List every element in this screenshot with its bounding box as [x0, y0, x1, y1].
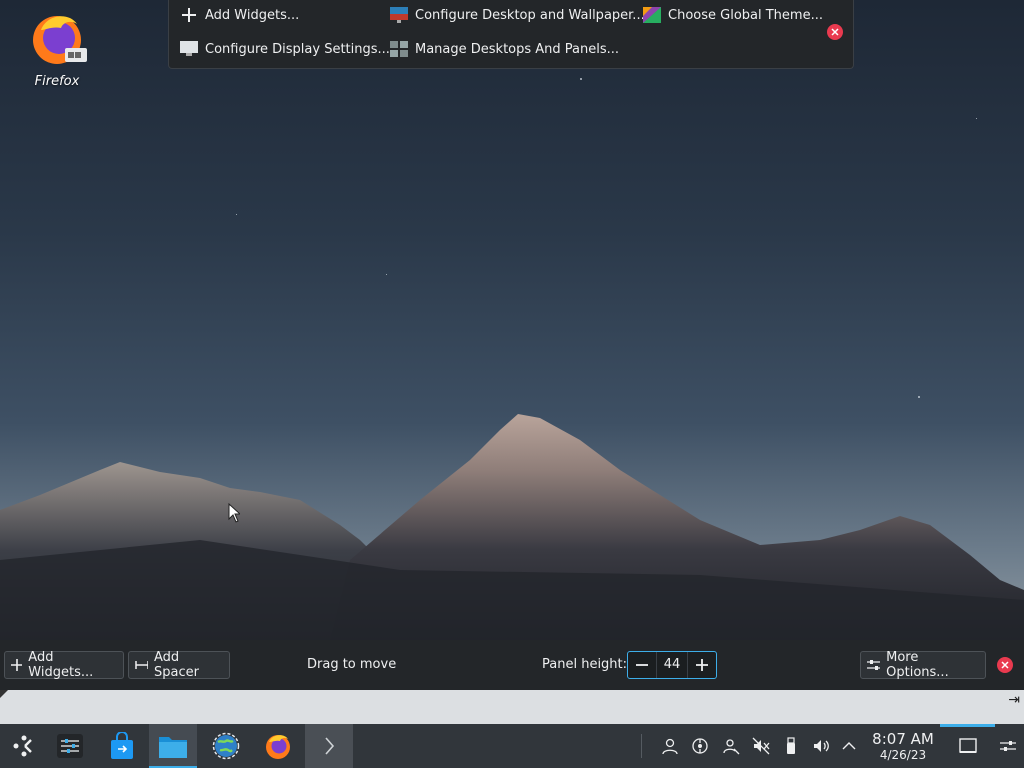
firefox-icon [266, 735, 290, 759]
star [976, 118, 977, 119]
ruler-left-handle[interactable] [0, 690, 8, 698]
close-panel-edit-icon[interactable] [997, 657, 1013, 673]
clock-time: 8:07 AM [872, 730, 934, 748]
star [918, 396, 920, 398]
star [580, 78, 582, 80]
panel-ruler[interactable]: ⇥ [0, 690, 1024, 724]
browser-globe-task[interactable] [202, 724, 250, 768]
show-desktop-button[interactable] [956, 724, 980, 768]
decrease-height-button[interactable] [628, 652, 656, 678]
more-options-label: More Options... [886, 650, 949, 680]
configure-display-button[interactable]: Configure Display Settings... [179, 37, 390, 61]
usb-device-icon [787, 737, 795, 754]
settings-sliders-icon [867, 660, 881, 670]
spacer-icon [135, 661, 148, 669]
user-icon [662, 738, 678, 755]
star [386, 274, 387, 275]
show-desktop-icon [959, 738, 977, 753]
choose-global-theme-label: Choose Global Theme... [668, 7, 823, 23]
close-icon[interactable] [827, 24, 843, 40]
show-hidden-icons-button[interactable] [837, 724, 861, 768]
panels-icon [389, 40, 409, 58]
kde-connect-tray-button[interactable] [688, 724, 712, 768]
plus-icon [11, 659, 23, 671]
konsole-task[interactable] [305, 724, 353, 768]
folder-icon [159, 737, 187, 758]
configure-desktop-label: Configure Desktop and Wallpaper... [415, 7, 645, 23]
choose-global-theme-button[interactable]: Choose Global Theme... [642, 3, 823, 27]
store-bag-icon [111, 732, 133, 759]
audio-muted-tray-button[interactable] [749, 724, 773, 768]
settings-sliders-icon [57, 734, 83, 758]
network-user-tray-button[interactable] [719, 724, 743, 768]
volume-tray-button[interactable] [809, 724, 833, 768]
desktop-wallpaper-icon [389, 6, 409, 24]
usb-device-tray-button[interactable] [779, 724, 803, 768]
panel-add-widgets-label: Add Widgets... [28, 650, 94, 680]
minus-icon [636, 664, 648, 666]
display-icon [179, 40, 199, 58]
wallpaper [0, 414, 1024, 640]
manage-desktops-panels-label: Manage Desktops And Panels... [415, 41, 620, 57]
kde-launcher-icon [13, 735, 32, 757]
clock-date: 4/26/23 [879, 748, 927, 762]
add-spacer-button[interactable]: Add Spacer [128, 650, 230, 680]
star [236, 214, 237, 215]
application-launcher-button[interactable] [0, 724, 48, 768]
drag-to-move-hint[interactable]: Drag to move [307, 657, 396, 672]
terminal-icon [305, 724, 353, 768]
desktop-icon-firefox[interactable]: Firefox [20, 8, 94, 89]
audio-muted-icon [752, 737, 770, 755]
volume-icon [814, 740, 829, 752]
panel-configure-button[interactable] [996, 724, 1020, 768]
add-widgets-label: Add Widgets... [205, 7, 300, 23]
firefox-icon [33, 16, 87, 64]
taskbar: 8:07 AM 4/26/23 [0, 724, 1024, 768]
discover-task[interactable] [98, 724, 146, 768]
manage-desktops-panels-button[interactable]: Manage Desktops And Panels... [389, 37, 619, 61]
user-tray-button[interactable] [658, 724, 682, 768]
network-user-icon [723, 739, 740, 755]
desktop-edit-toolbar: Add Widgets... Configure Desktop and Wal… [168, 0, 854, 69]
tray-separator [641, 734, 642, 758]
increase-height-button[interactable] [688, 652, 716, 678]
more-options-button[interactable]: More Options... [860, 650, 986, 680]
system-settings-task[interactable] [46, 724, 94, 768]
settings-sliders-icon [1000, 741, 1016, 751]
firefox-task[interactable] [254, 724, 302, 768]
panel-add-widgets-button[interactable]: Add Widgets... [4, 650, 124, 680]
configure-display-label: Configure Display Settings... [205, 41, 390, 57]
add-spacer-label: Add Spacer [154, 650, 199, 680]
configure-desktop-button[interactable]: Configure Desktop and Wallpaper... [389, 3, 645, 27]
desktop-icon-label: Firefox [34, 74, 80, 89]
plus-icon [179, 6, 199, 24]
dolphin-task[interactable] [149, 724, 197, 768]
chevron-up-icon [842, 742, 856, 750]
globe-icon [212, 732, 240, 760]
digital-clock[interactable]: 8:07 AM 4/26/23 [866, 730, 940, 763]
theme-icon [642, 6, 662, 24]
plus-icon [696, 659, 708, 671]
add-widgets-button[interactable]: Add Widgets... [179, 3, 299, 27]
panel-height-spinbox[interactable]: 44 [627, 651, 717, 679]
mouse-cursor [228, 503, 240, 523]
ruler-right-arrow-icon[interactable]: ⇥ [1008, 692, 1020, 708]
kde-connect-icon [692, 738, 708, 754]
panel-height-value[interactable]: 44 [656, 652, 688, 678]
panel-edit-bar: Add Widgets... Add Spacer Drag to move P… [0, 640, 1024, 690]
panel-height-label: Panel height: [542, 657, 628, 672]
